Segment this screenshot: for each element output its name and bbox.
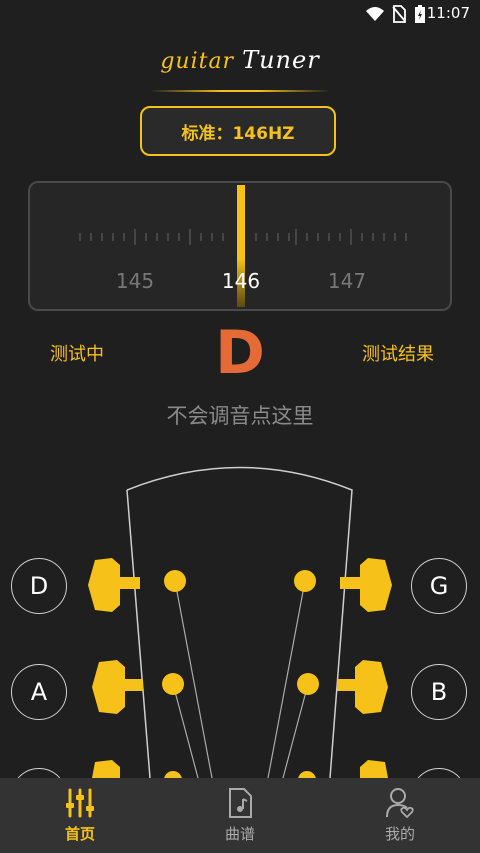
standard-frequency-button[interactable]: 标准：146HZ (140, 106, 336, 156)
tuner-sliders-icon (66, 788, 94, 818)
string-button-a[interactable]: A (11, 664, 67, 720)
music-sheet-icon (229, 788, 252, 818)
battery-charging-icon (415, 5, 425, 23)
user-heart-icon (386, 788, 414, 819)
tab-sheet-music[interactable]: 曲谱 (160, 778, 320, 853)
tuning-help-link[interactable]: 不会调音点这里 (0, 400, 480, 430)
wifi-icon (366, 7, 384, 21)
tuning-meter: 145 146 147 (28, 181, 452, 311)
status-bar: 11:07 (0, 0, 480, 28)
test-result-link[interactable]: 测试结果 (362, 340, 434, 366)
tab-profile-label: 我的 (384, 825, 415, 843)
tab-profile[interactable]: 我的 (320, 778, 480, 853)
app-logo: guitar Tuner (0, 46, 480, 74)
logo-word-guitar: guitar (160, 49, 235, 74)
meter-label-left: 145 (115, 269, 155, 293)
string-button-g[interactable]: G (411, 558, 467, 614)
no-sim-icon (392, 5, 406, 23)
tab-home-label: 首页 (64, 825, 95, 843)
string-button-b[interactable]: B (411, 664, 467, 720)
meter-label-right: 147 (327, 269, 367, 293)
meter-label-center: 146 (221, 269, 261, 293)
clock: 11:07 (426, 4, 470, 22)
logo-word-tuner: Tuner (242, 46, 320, 74)
guitar-headstock (88, 466, 392, 778)
bottom-tab-bar: 首页 曲谱 我的 (0, 778, 480, 853)
string-button-d[interactable]: D (11, 558, 67, 614)
logo-underline (150, 90, 330, 92)
tab-home[interactable]: 首页 (0, 778, 160, 853)
tab-sheet-music-label: 曲谱 (224, 825, 255, 843)
